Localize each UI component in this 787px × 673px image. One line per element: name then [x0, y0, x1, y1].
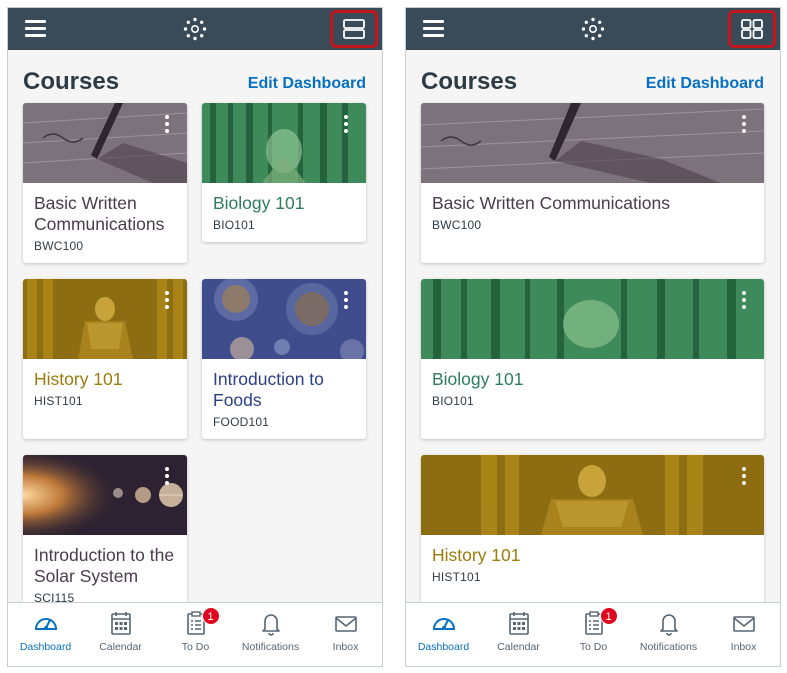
- course-image-foods: [202, 279, 366, 359]
- bottom-tab-bar: Dashboard Calendar 1 To Do Notifications…: [8, 602, 382, 666]
- course-image-forest: [202, 103, 366, 183]
- tab-label: Notifications: [639, 641, 698, 653]
- tab-calendar[interactable]: Calendar: [83, 609, 158, 653]
- dashboard-content: Courses Edit Dashboard Basic Written Com…: [8, 50, 382, 602]
- tab-label: Dashboard: [417, 641, 470, 653]
- course-options-icon[interactable]: [165, 291, 169, 309]
- course-code: BIO101: [213, 218, 255, 232]
- course-card[interactable]: History 101 HIST101: [421, 455, 764, 602]
- course-image-lincoln: [23, 279, 187, 359]
- top-navigation-bar: [406, 8, 780, 50]
- edit-dashboard-link[interactable]: Edit Dashboard: [248, 75, 366, 93]
- course-options-icon[interactable]: [344, 291, 348, 309]
- course-card[interactable]: Introduction to Foods FOOD101: [202, 279, 366, 439]
- calendar-icon: [110, 612, 131, 635]
- todo-count-badge: 1: [599, 607, 618, 625]
- course-title: Basic Written Communications: [432, 193, 670, 213]
- bell-icon: [261, 614, 280, 636]
- course-title: History 101: [34, 369, 123, 389]
- calendar-icon: [508, 612, 529, 635]
- course-options-icon[interactable]: [742, 467, 746, 485]
- page-title: Courses: [23, 68, 120, 95]
- tab-label: Inbox: [332, 641, 359, 653]
- course-image-solar-system: [23, 455, 187, 535]
- tab-notifications[interactable]: Notifications: [233, 609, 308, 653]
- envelope-icon: [334, 616, 357, 632]
- tab-label: To Do: [181, 641, 210, 653]
- course-card[interactable]: Introduction to the Solar System SCI115: [23, 455, 187, 602]
- tab-dashboard[interactable]: Dashboard: [406, 609, 481, 653]
- course-code: SCI115: [34, 591, 75, 602]
- course-card[interactable]: Biology 101 BIO101: [421, 279, 764, 439]
- tab-todo[interactable]: 1 To Do: [556, 607, 631, 653]
- course-options-icon[interactable]: [165, 115, 169, 133]
- course-code: BWC100: [432, 218, 482, 232]
- phone-screen-grid-view: Courses Edit Dashboard Basic Written Com…: [7, 7, 383, 667]
- phone-screen-list-view: Courses Edit Dashboard Basic Written Com…: [405, 7, 781, 667]
- envelope-icon: [732, 616, 755, 632]
- course-title: Introduction to the Solar System: [34, 545, 175, 586]
- bell-icon: [659, 614, 678, 636]
- course-title: Biology 101: [432, 369, 524, 389]
- course-title: History 101: [432, 545, 521, 565]
- bottom-tab-bar: Dashboard Calendar 1 To Do Notifications…: [406, 602, 780, 666]
- course-options-icon[interactable]: [344, 115, 348, 133]
- dashboard-icon: [432, 618, 455, 630]
- course-card[interactable]: History 101 HIST101: [23, 279, 187, 439]
- canvas-logo-icon: [581, 17, 605, 41]
- tab-label: To Do: [579, 641, 608, 653]
- tab-label: Calendar: [497, 641, 540, 653]
- edit-dashboard-link[interactable]: Edit Dashboard: [646, 75, 764, 93]
- canvas-logo-icon: [183, 17, 207, 41]
- course-code: FOOD101: [213, 415, 270, 429]
- course-title: Biology 101: [213, 193, 305, 213]
- course-card[interactable]: Biology 101 BIO101: [202, 103, 366, 242]
- course-code: HIST101: [432, 570, 481, 584]
- tab-label: Dashboard: [19, 641, 72, 653]
- course-card[interactable]: Basic Written Communications BWC100: [23, 103, 187, 263]
- course-image-writing: [23, 103, 187, 183]
- layout-toggle-button[interactable]: [330, 10, 378, 48]
- course-code: HIST101: [34, 394, 83, 408]
- page-title: Courses: [421, 68, 518, 95]
- tab-label: Calendar: [99, 641, 142, 653]
- list-view-icon: [343, 19, 365, 39]
- course-options-icon[interactable]: [742, 291, 746, 309]
- grid-view-icon: [741, 19, 763, 39]
- course-options-icon[interactable]: [742, 115, 746, 133]
- dashboard-content: Courses Edit Dashboard Basic Written Com…: [406, 50, 780, 602]
- top-navigation-bar: [8, 8, 382, 50]
- course-title: Basic Written Communications: [34, 193, 165, 234]
- hamburger-menu-icon[interactable]: [423, 20, 444, 37]
- tab-calendar[interactable]: Calendar: [481, 609, 556, 653]
- tab-inbox[interactable]: Inbox: [308, 609, 382, 653]
- tab-inbox[interactable]: Inbox: [706, 609, 780, 653]
- tab-dashboard[interactable]: Dashboard: [8, 609, 83, 653]
- dashboard-icon: [34, 618, 57, 630]
- todo-count-badge: 1: [201, 607, 220, 625]
- tab-notifications[interactable]: Notifications: [631, 609, 706, 653]
- course-title: Introduction to Foods: [213, 369, 324, 410]
- tab-label: Notifications: [241, 641, 300, 653]
- course-code: BIO101: [432, 394, 474, 408]
- screenshot-stage: Courses Edit Dashboard Basic Written Com…: [0, 0, 787, 673]
- course-image-lincoln: [421, 455, 764, 535]
- course-options-icon[interactable]: [165, 467, 169, 485]
- tab-label: Inbox: [730, 641, 757, 653]
- layout-toggle-button[interactable]: [728, 10, 776, 48]
- course-image-forest: [421, 279, 764, 359]
- hamburger-menu-icon[interactable]: [25, 20, 46, 37]
- course-card[interactable]: Basic Written Communications BWC100: [421, 103, 764, 263]
- tab-todo[interactable]: 1 To Do: [158, 607, 233, 653]
- course-image-writing: [421, 103, 764, 183]
- course-code: BWC100: [34, 239, 84, 253]
